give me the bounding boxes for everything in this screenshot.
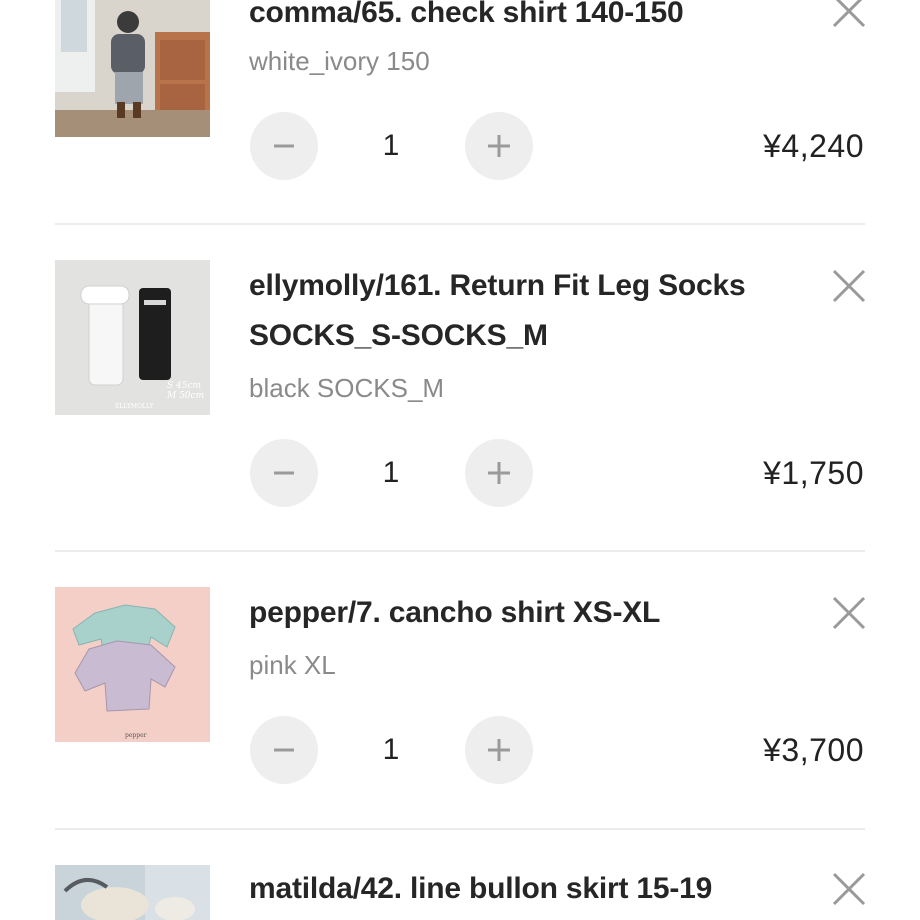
decrement-button[interactable] <box>250 716 318 784</box>
minus-icon <box>274 144 294 148</box>
cart-item: pepper pepper/7. cancho shirt XS-XL pink… <box>0 552 920 830</box>
image-text: M 50cm <box>166 391 204 401</box>
product-image[interactable] <box>55 0 210 137</box>
decrement-button[interactable] <box>250 112 318 180</box>
close-icon <box>832 269 866 303</box>
remove-item-button[interactable] <box>830 594 868 632</box>
increment-button[interactable] <box>465 439 533 507</box>
cart-item: matilda/42. line bullon skirt 15-19 <box>0 830 920 920</box>
product-name[interactable]: matilda/42. line bullon skirt 15-19 <box>249 864 789 914</box>
quantity-value: 1 <box>382 456 400 489</box>
close-icon <box>832 872 866 906</box>
remove-item-button[interactable] <box>830 870 868 908</box>
image-text: S 45cm <box>167 381 201 391</box>
remove-item-button[interactable] <box>830 267 868 305</box>
product-price: ¥3,700 <box>763 732 864 768</box>
increment-button[interactable] <box>465 716 533 784</box>
product-name[interactable]: comma/65. check shirt 140-150 <box>249 0 789 38</box>
cart-list: comma/65. check shirt 140-150 white_ivor… <box>0 0 920 920</box>
increment-button[interactable] <box>465 112 533 180</box>
minus-icon <box>274 748 294 752</box>
product-price: ¥1,750 <box>763 455 864 491</box>
quantity-value: 1 <box>382 129 400 162</box>
cart-item: comma/65. check shirt 140-150 white_ivor… <box>0 0 920 225</box>
image-text: pepper <box>125 732 147 739</box>
quantity-value: 1 <box>382 733 400 766</box>
product-variant: black SOCKS_M <box>249 373 445 403</box>
plus-icon <box>488 739 510 761</box>
minus-icon <box>274 471 294 475</box>
product-name[interactable]: pepper/7. cancho shirt XS-XL <box>249 588 789 638</box>
product-image[interactable] <box>55 865 210 920</box>
decrement-button[interactable] <box>250 439 318 507</box>
product-variant: white_ivory 150 <box>249 46 430 76</box>
product-name[interactable]: ellymolly/161. Return Fit Leg Socks SOCK… <box>249 261 789 361</box>
plus-icon <box>488 135 510 157</box>
product-image[interactable]: pepper <box>55 587 210 742</box>
product-image[interactable]: S 45cm M 50cm ELLYMOLLY <box>55 260 210 415</box>
remove-item-button[interactable] <box>830 0 868 30</box>
plus-icon <box>488 462 510 484</box>
product-variant: pink XL <box>249 650 336 680</box>
close-icon <box>832 0 866 28</box>
image-text: ELLYMOLLY <box>115 403 155 410</box>
product-price: ¥4,240 <box>763 128 864 164</box>
close-icon <box>832 596 866 630</box>
cart-item: S 45cm M 50cm ELLYMOLLY ellymolly/161. R… <box>0 225 920 552</box>
